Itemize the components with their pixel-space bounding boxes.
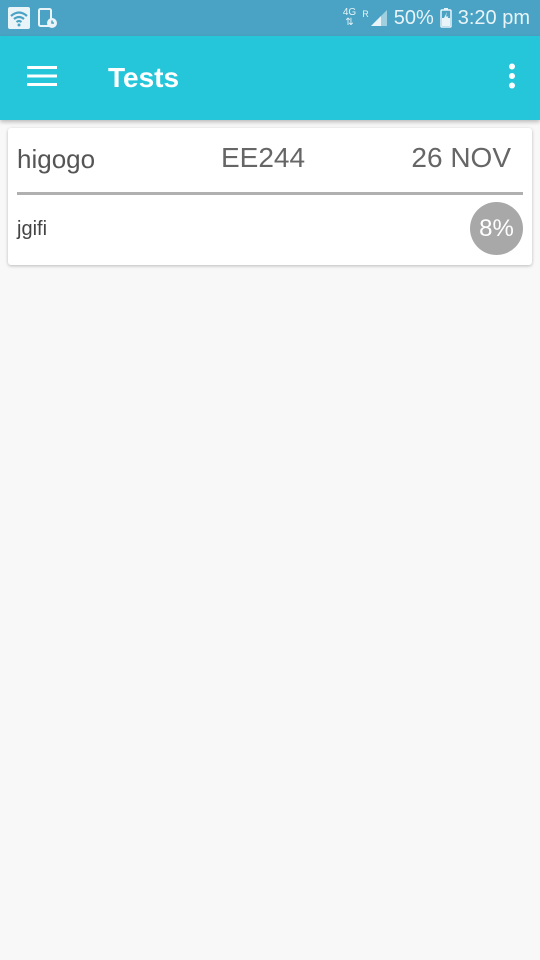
menu-icon bbox=[27, 65, 57, 92]
wifi-icon bbox=[8, 7, 30, 29]
battery-percent: 50% bbox=[393, 6, 434, 29]
test-date: 26 NOV bbox=[411, 142, 511, 173]
menu-button[interactable] bbox=[0, 36, 84, 120]
battery-charging-icon bbox=[439, 8, 452, 28]
network-arrows-icon: ⇅ bbox=[345, 17, 354, 28]
app-bar: Tests bbox=[0, 36, 540, 120]
test-card[interactable]: higogo EE244 26 NOV jgifi 8% bbox=[8, 128, 532, 265]
score-badge: 8% bbox=[470, 202, 523, 255]
status-left bbox=[8, 7, 58, 29]
clock: 3:20 pm bbox=[457, 6, 530, 29]
roaming-indicator: R bbox=[362, 9, 369, 19]
overflow-menu-button[interactable] bbox=[484, 36, 540, 120]
test-description: jgifi bbox=[17, 218, 48, 240]
status-right: 4G ⇅ R 50% 3:20 pm bbox=[343, 7, 530, 30]
more-vert-icon bbox=[508, 63, 516, 94]
course-code: EE244 bbox=[221, 142, 306, 173]
signal-icon: R bbox=[362, 9, 388, 27]
card-divider bbox=[17, 192, 523, 195]
page-title: Tests bbox=[108, 62, 180, 93]
screen-timer-icon bbox=[38, 7, 58, 29]
status-bar: 4G ⇅ R 50% 3:20 pm bbox=[0, 0, 540, 36]
network-indicator: 4G ⇅ bbox=[343, 8, 356, 28]
test-name: higogo bbox=[17, 144, 96, 174]
test-card-header: higogo EE244 26 NOV bbox=[8, 128, 532, 188]
